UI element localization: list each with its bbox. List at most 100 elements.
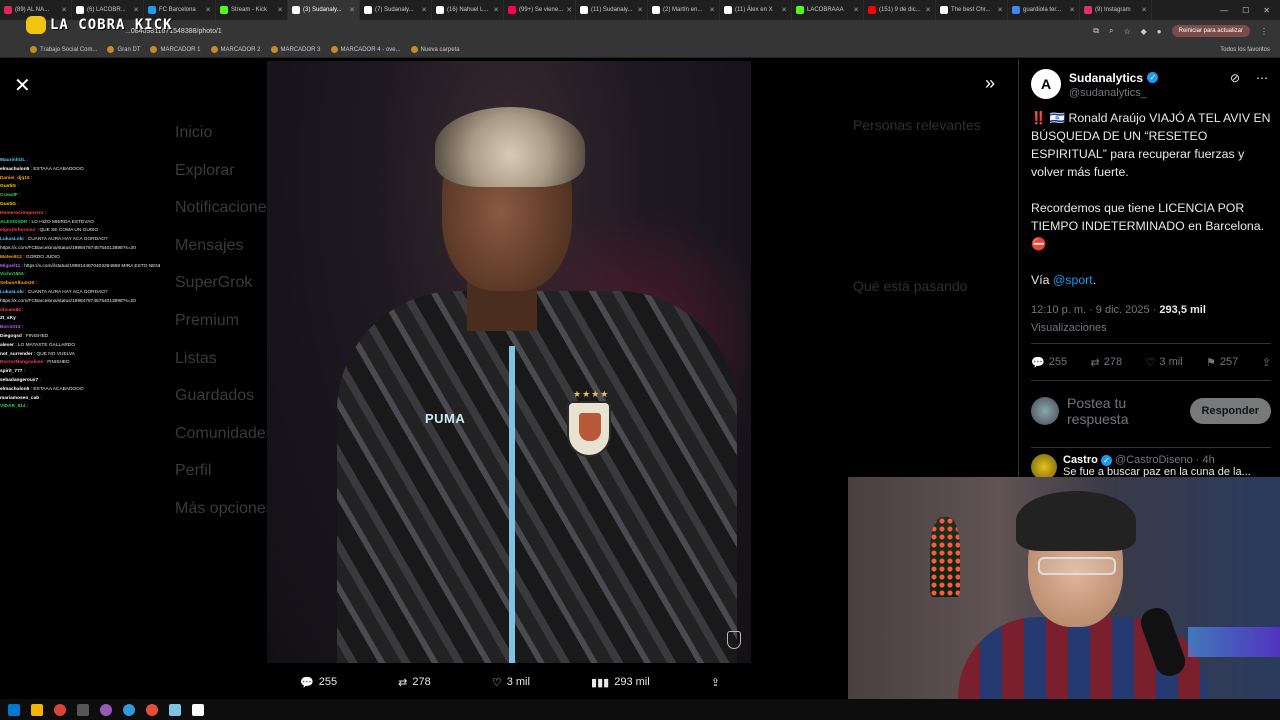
- zoom-icon[interactable]: ⌕: [1109, 26, 1113, 36]
- browser-tab[interactable]: (99+) Se viene... ✕: [504, 0, 576, 20]
- browser-tab[interactable]: (11) Sudanaly... ✕: [576, 0, 648, 20]
- install-icon[interactable]: ⧉: [1093, 26, 1099, 36]
- stream-chat-overlay: MaurinhOL : elmachulon5 : ESTAAA ACABADO…: [0, 157, 160, 412]
- analytics-icon: ▮▮▮: [591, 676, 610, 689]
- more-options-icon[interactable]: ⋯: [1256, 71, 1268, 85]
- menu-icon[interactable]: ⋮: [1260, 27, 1268, 36]
- tab-close-icon[interactable]: ✕: [853, 6, 859, 14]
- bookmark-item[interactable]: MARCADOR 3: [270, 46, 321, 53]
- browser-tab[interactable]: (11) Álex en X ✕: [720, 0, 792, 20]
- maximize-icon[interactable]: ☐: [1242, 6, 1249, 15]
- app-icon[interactable]: [146, 703, 158, 716]
- reply-stat[interactable]: 💬 255: [1031, 356, 1067, 369]
- browser-tab[interactable]: (151) 9 de dic... ✕: [864, 0, 936, 20]
- tab-favicon-icon: [508, 6, 516, 14]
- browser-tab[interactable]: (9) Instagram ✕: [1080, 0, 1152, 20]
- post-author[interactable]: A Sudanalytics ✓ @sudanalytics_: [1031, 69, 1159, 99]
- tab-favicon-icon: [148, 6, 156, 14]
- bookmark-item[interactable]: Nueva carpeta: [410, 46, 460, 53]
- tab-close-icon[interactable]: ✕: [205, 6, 211, 14]
- bookmark-item[interactable]: MARCADOR 2: [210, 46, 261, 53]
- browser-tab[interactable]: The best Chr... ✕: [936, 0, 1008, 20]
- obs-icon[interactable]: [77, 703, 89, 716]
- tab-favicon-icon: [1084, 6, 1092, 14]
- star-icon[interactable]: ☆: [1123, 27, 1130, 36]
- reply-author-name[interactable]: Castro: [1063, 454, 1098, 466]
- tab-close-icon[interactable]: ✕: [637, 6, 643, 14]
- minimize-icon[interactable]: —: [1220, 6, 1228, 15]
- all-favorites-link[interactable]: Todos los favoritos: [1220, 47, 1280, 53]
- extension-icon[interactable]: ◆: [1141, 27, 1147, 36]
- browser-tab[interactable]: (3) Sudanaly... ✕: [288, 0, 360, 20]
- author-avatar[interactable]: A: [1031, 69, 1061, 99]
- browser-tab[interactable]: guardiola ter... ✕: [1008, 0, 1080, 20]
- tab-close-icon[interactable]: ✕: [1141, 6, 1147, 14]
- author-name[interactable]: Sudanalytics: [1069, 71, 1143, 85]
- app-icon[interactable]: [192, 703, 204, 716]
- tab-close-icon[interactable]: ✕: [925, 6, 931, 14]
- tab-close-icon[interactable]: ✕: [781, 6, 787, 14]
- tab-label: The best Chr...: [951, 7, 991, 13]
- bookmark-item[interactable]: MARCADOR 1: [150, 46, 201, 53]
- tab-close-icon[interactable]: ✕: [493, 6, 499, 14]
- reply-button[interactable]: Responder: [1189, 398, 1271, 424]
- reply-author-handle[interactable]: @CastroDiseno · 4h: [1115, 454, 1215, 466]
- post-photo[interactable]: PUMA ★★★★: [267, 61, 751, 663]
- chat-message: ZI_sKy :: [0, 315, 160, 324]
- browser-tab[interactable]: (16) Nahuel L... ✕: [432, 0, 504, 20]
- edge-icon[interactable]: [123, 703, 135, 716]
- share-action[interactable]: ⇪: [711, 676, 720, 689]
- app-icon[interactable]: [100, 703, 112, 716]
- reply-action[interactable]: 💬 255: [300, 676, 337, 689]
- app-icon[interactable]: [169, 703, 181, 716]
- repost-action[interactable]: ⇄ 278: [398, 676, 431, 689]
- window-close-icon[interactable]: ✕: [1263, 6, 1270, 15]
- chrome-icon[interactable]: [54, 703, 66, 716]
- like-stat[interactable]: ♡ 3 mil: [1146, 356, 1183, 369]
- views-action[interactable]: ▮▮▮ 293 mil: [591, 676, 650, 689]
- start-icon[interactable]: [8, 703, 20, 716]
- close-viewer-button[interactable]: ✕: [14, 73, 31, 98]
- post-timestamp[interactable]: 12:10 p. m. · 9 dic. 2025 ·: [1031, 304, 1159, 316]
- tab-close-icon[interactable]: ✕: [61, 6, 67, 14]
- chat-message: https://x.com/FCBarcelona/status/1998478…: [0, 245, 160, 254]
- tab-favicon-icon: [580, 6, 588, 14]
- browser-tab[interactable]: (7) Sudanaly... ✕: [360, 0, 432, 20]
- file-explorer-icon[interactable]: [31, 703, 43, 716]
- author-handle[interactable]: @sudanalytics_: [1069, 87, 1158, 99]
- bookmark-label: MARCADOR 4 - ove...: [340, 46, 401, 53]
- collapse-panel-button[interactable]: »: [985, 73, 995, 94]
- share-stat[interactable]: ⇪: [1262, 356, 1271, 369]
- tab-close-icon[interactable]: ✕: [997, 6, 1003, 14]
- bookmark-icon: [30, 46, 37, 53]
- bookmark-item[interactable]: Gran DT: [107, 46, 140, 53]
- heart-icon: ♡: [1145, 356, 1156, 369]
- tab-close-icon[interactable]: ✕: [277, 6, 283, 14]
- browser-tab[interactable]: LACOBRAAA ✕: [792, 0, 864, 20]
- chat-username: sebadangerous7: [0, 377, 39, 383]
- webcam-cap: [1016, 491, 1136, 551]
- chat-text: QUE NO VUELVA: [36, 351, 76, 357]
- grok-icon[interactable]: ⊘: [1230, 71, 1240, 85]
- browser-tab[interactable]: Stream - Kick ✕: [216, 0, 288, 20]
- tab-close-icon[interactable]: ✕: [133, 6, 139, 14]
- tab-close-icon[interactable]: ✕: [421, 6, 427, 14]
- reply-input[interactable]: Postea tu respuesta: [1067, 395, 1182, 427]
- repost-stat[interactable]: ⇄ 278: [1091, 356, 1123, 369]
- bookmark-stat[interactable]: ⚑ 257: [1206, 356, 1238, 369]
- sport-mention-link[interactable]: @sport: [1053, 273, 1093, 287]
- reply-item[interactable]: Castro ✓ @CastroDiseno · 4h Se fue a bus…: [1031, 447, 1271, 480]
- tab-close-icon[interactable]: ✕: [566, 6, 572, 14]
- tab-close-icon[interactable]: ✕: [1069, 6, 1075, 14]
- browser-tab[interactable]: (2) Martín en... ✕: [648, 0, 720, 20]
- bookmark-item[interactable]: Trabajo Social Com...: [30, 46, 97, 53]
- bookmark-item[interactable]: MARCADOR 4 - ove...: [330, 46, 401, 53]
- tab-favicon-icon: [1012, 6, 1020, 14]
- chat-message: mariamosen_cab :: [0, 395, 160, 404]
- tab-close-icon[interactable]: ✕: [709, 6, 715, 14]
- tab-close-icon[interactable]: ✕: [349, 6, 355, 14]
- restart-update-button[interactable]: Reiniciar para actualizar: [1171, 25, 1250, 37]
- profile-icon[interactable]: ●: [1157, 27, 1162, 36]
- like-action[interactable]: ♡ 3 mil: [492, 676, 530, 689]
- dimmed-nav-item: Comunidades: [175, 424, 274, 442]
